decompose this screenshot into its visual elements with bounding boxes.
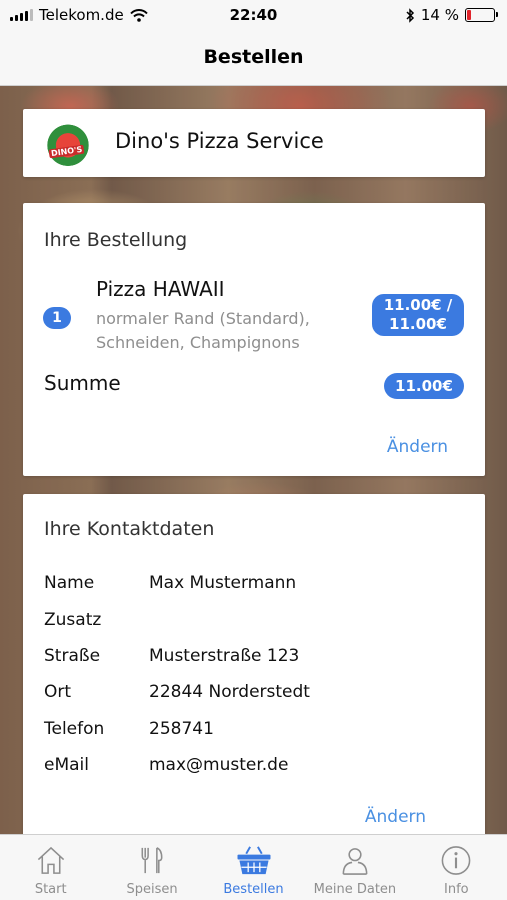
tab-bestellen[interactable]: Bestellen — [203, 835, 304, 900]
cutlery-icon — [141, 847, 163, 874]
tab-label: Info — [444, 882, 469, 897]
quantity-badge: 1 — [43, 307, 71, 329]
tab-speisen[interactable]: Speisen — [101, 835, 202, 900]
tab-start[interactable]: Start — [0, 835, 101, 900]
battery-icon — [465, 8, 498, 22]
tab-label: Meine Daten — [313, 882, 397, 897]
tab-bar: Start Speisen Bestellen Meine Daten Info — [0, 834, 507, 900]
contact-value: Musterstraße 123 — [149, 646, 300, 666]
navigation-bar: Bestellen — [0, 30, 507, 86]
page-title: Bestellen — [203, 46, 304, 68]
edit-order-link[interactable]: Ändern — [387, 437, 448, 457]
tab-label: Bestellen — [223, 882, 284, 897]
item-description: normaler Rand (Standard), Schneiden, Cha… — [96, 309, 310, 352]
contact-card: Ihre Kontaktdaten Name Max Mustermann Zu… — [23, 494, 485, 839]
shop-logo: DINO'S — [45, 120, 91, 166]
info-icon — [441, 846, 471, 875]
tab-label: Start — [34, 882, 67, 897]
contact-heading: Ihre Kontaktdaten — [44, 518, 215, 540]
contact-label: Zusatz — [44, 610, 102, 630]
tab-meine-daten[interactable]: Meine Daten — [304, 835, 405, 900]
contact-label: Straße — [44, 646, 101, 666]
home-icon — [37, 846, 64, 874]
item-name: Pizza HAWAII — [96, 277, 225, 301]
bluetooth-icon — [406, 7, 414, 23]
status-bar: Telekom.de 22:40 14 % — [0, 0, 507, 30]
contact-label: Telefon — [44, 719, 105, 739]
contact-value: Max Mustermann — [149, 573, 297, 593]
item-unit-price: 11.00€ / — [383, 296, 453, 314]
sum-value-badge: 11.00€ — [384, 373, 464, 399]
order-heading: Ihre Bestellung — [44, 229, 188, 251]
contact-label: eMail — [44, 755, 89, 775]
contact-value: max@muster.de — [149, 755, 289, 775]
sum-label: Summe — [44, 371, 121, 395]
contact-label: Name — [44, 573, 95, 593]
tab-info[interactable]: Info — [406, 835, 507, 900]
tab-label: Speisen — [126, 882, 178, 897]
item-total-price: 11.00€ — [389, 315, 447, 333]
contact-value: 22844 Norderstedt — [149, 682, 310, 702]
order-card: Ihre Bestellung 1 Pizza HAWAII normaler … — [23, 203, 485, 476]
contact-value: 258741 — [149, 719, 214, 739]
basket-icon — [237, 846, 271, 875]
user-icon — [342, 848, 368, 875]
edit-contact-link[interactable]: Ändern — [365, 807, 426, 827]
contact-label: Ort — [44, 682, 72, 702]
item-price-badge: 11.00€ / 11.00€ — [372, 294, 464, 336]
shop-name: Dino's Pizza Service — [115, 129, 324, 153]
shop-card[interactable]: DINO'S Dino's Pizza Service — [23, 109, 485, 177]
battery-percent: 14 % — [420, 6, 459, 24]
